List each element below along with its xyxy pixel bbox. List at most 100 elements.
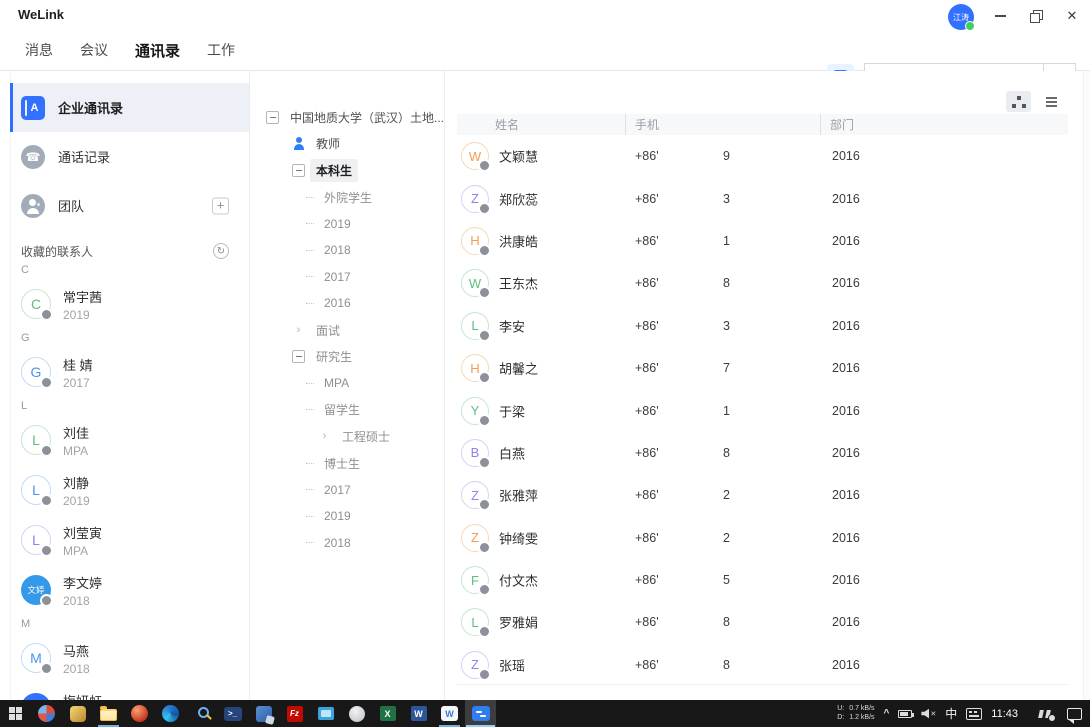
sidebar-item-corporate-directory[interactable]: 企业通讯录 xyxy=(10,83,249,132)
contact-list-item[interactable]: 文婷 李文婷 2018 xyxy=(10,565,249,615)
list-view-icon[interactable] xyxy=(1039,91,1064,112)
network-speed-indicator[interactable]: U: 0.7 kB/s D: 1.2 kB/s xyxy=(837,705,874,722)
battery-icon[interactable] xyxy=(898,710,912,718)
ime-indicator[interactable]: 中 xyxy=(945,705,957,722)
member-phone-digit: 5 xyxy=(723,573,730,587)
app-glyph xyxy=(198,707,209,718)
tree-node[interactable]: 2016 xyxy=(250,290,444,317)
muted-device-icon[interactable] xyxy=(1037,708,1054,720)
collapse-icon[interactable] xyxy=(292,350,305,363)
tree-node-label: 教师 xyxy=(310,132,346,155)
table-row[interactable]: F 付文杰 +86' 5 2016 xyxy=(457,559,1068,601)
tree-node[interactable]: 2019 xyxy=(250,210,444,237)
tree-node[interactable]: 本科生 xyxy=(250,157,444,184)
taskbar-icon-app-swirl[interactable] xyxy=(31,700,62,727)
taskbar-icon-app-blue-tool[interactable] xyxy=(248,700,279,727)
taskbar-icon-welink[interactable] xyxy=(465,700,496,727)
member-name: 文颖慧 xyxy=(499,147,538,166)
contact-list-item[interactable]: L 刘佳 MPA xyxy=(10,415,249,465)
action-center-icon[interactable] xyxy=(1067,708,1082,720)
contact-list-item[interactable]: G 桂 婧 2017 xyxy=(10,347,249,397)
app-glyph xyxy=(70,706,86,722)
tree-node[interactable]: MPA xyxy=(250,370,444,397)
taskbar-icon-powershell[interactable]: >_ xyxy=(217,700,248,727)
restore-icon[interactable] xyxy=(1024,8,1048,24)
tree-node[interactable]: 2017 xyxy=(250,476,444,503)
member-phone-prefix: +86' xyxy=(635,149,659,163)
table-row[interactable]: W 文颖慧 +86' 9 2016 xyxy=(457,135,1068,177)
collapse-icon[interactable] xyxy=(292,164,305,177)
taskbar-icon-app-red[interactable] xyxy=(124,700,155,727)
tree-node[interactable]: 留学生 xyxy=(250,397,444,424)
user-avatar[interactable]: 江涛 xyxy=(948,4,974,30)
hidden-icons-chevron[interactable]: ^ xyxy=(884,708,890,719)
member-phone-digit: 3 xyxy=(723,319,730,333)
tree-node[interactable]: 中国地质大学（武汉）土地... xyxy=(250,104,444,131)
tree-node[interactable]: 面试 xyxy=(250,317,444,344)
members-panel: 姓名 手机 部门 W 文颖慧 +86' 9 2016 Z 郑欣蕊 +86' 3 xyxy=(445,71,1090,700)
taskbar-icon-filezilla[interactable]: Fz xyxy=(279,700,310,727)
scrollbar-track[interactable] xyxy=(1083,71,1090,700)
org-view-icon[interactable] xyxy=(1006,91,1031,112)
taskbar-icon-file-explorer[interactable] xyxy=(93,700,124,727)
tree-node-label: 留学生 xyxy=(318,398,366,421)
contact-subtitle: MPA xyxy=(63,544,102,558)
sidebar-item-call-history[interactable]: 通话记录 xyxy=(10,132,249,181)
table-row[interactable]: H 洪康皓 +86' 1 2016 xyxy=(457,220,1068,262)
table-row[interactable]: Z 钟绮雯 +86' 2 2016 xyxy=(457,517,1068,559)
collapse-icon[interactable] xyxy=(266,111,279,124)
taskbar-icon-app-gray[interactable] xyxy=(341,700,372,727)
chevron-right-icon[interactable] xyxy=(318,430,331,442)
chevron-right-icon[interactable] xyxy=(292,324,305,336)
taskbar-icon-excel[interactable]: X xyxy=(372,700,403,727)
tree-node[interactable]: 2019 xyxy=(250,503,444,530)
member-phone-prefix: +86' xyxy=(635,658,659,672)
refresh-icon[interactable] xyxy=(213,243,229,259)
close-icon[interactable]: ✕ xyxy=(1060,8,1084,24)
table-row[interactable]: Y 于梁 +86' 1 2016 xyxy=(457,389,1068,431)
nav-tab[interactable]: 消息 xyxy=(25,40,53,60)
contact-avatar: 妍虹 xyxy=(21,693,51,700)
tree-node[interactable]: 工程硕士 xyxy=(250,423,444,450)
tree-node[interactable]: 教师 xyxy=(250,131,444,158)
nav-tab[interactable]: 工作 xyxy=(207,40,235,60)
table-row[interactable]: L 罗雅娟 +86' 8 2016 xyxy=(457,601,1068,643)
taskbar-icon-search[interactable] xyxy=(186,700,217,727)
tree-node[interactable]: 2018 xyxy=(250,530,444,557)
clock[interactable]: 11:43 xyxy=(991,708,1018,720)
letter-group-header: M xyxy=(10,615,249,633)
contact-list-item[interactable]: 妍虹 梅妍虹 2018 xyxy=(10,683,249,700)
nav-tab[interactable]: 会议 xyxy=(80,40,108,60)
minimize-icon[interactable] xyxy=(988,8,1012,24)
member-name: 郑欣蕊 xyxy=(499,189,538,208)
table-row[interactable]: Z 张雅萍 +86' 2 2016 xyxy=(457,474,1068,516)
tree-node[interactable]: 研究生 xyxy=(250,343,444,370)
taskbar-icon-app-gold[interactable] xyxy=(62,700,93,727)
nav-tab[interactable]: 通讯录 xyxy=(135,40,180,61)
contact-list-item[interactable]: L 刘莹寅 MPA xyxy=(10,515,249,565)
table-row[interactable]: H 胡馨之 +86' 7 2016 xyxy=(457,347,1068,389)
table-row[interactable]: W 王东杰 +86' 8 2016 xyxy=(457,262,1068,304)
taskbar-icon-app-white[interactable]: W xyxy=(434,700,465,727)
table-row[interactable]: Z 郑欣蕊 +86' 3 2016 xyxy=(457,177,1068,219)
app-glyph xyxy=(162,705,179,722)
taskbar-icon-photos[interactable] xyxy=(310,700,341,727)
table-row[interactable]: B 白燕 +86' 8 2016 xyxy=(457,432,1068,474)
member-department: 2016 xyxy=(832,658,860,672)
table-row[interactable]: L 李安 +86' 3 2016 xyxy=(457,305,1068,347)
touch-keyboard-icon[interactable] xyxy=(966,708,982,720)
speaker-muted-icon[interactable] xyxy=(921,709,936,719)
taskbar-icon-word[interactable]: W xyxy=(403,700,434,727)
tree-node[interactable]: 2018 xyxy=(250,237,444,264)
sidebar-item-teams[interactable]: 团队 + xyxy=(10,181,249,230)
contact-list-item[interactable]: C 常宇茜 2019 xyxy=(10,279,249,329)
tree-node[interactable]: 2017 xyxy=(250,264,444,291)
table-row[interactable]: Z 张瑶 +86' 8 2016 xyxy=(457,644,1068,686)
add-team-button[interactable]: + xyxy=(212,197,229,214)
tree-node[interactable]: 博士生 xyxy=(250,450,444,477)
taskbar-icon-edge[interactable] xyxy=(155,700,186,727)
contact-list-item[interactable]: M 马燕 2018 xyxy=(10,633,249,683)
taskbar-icon-start[interactable] xyxy=(0,700,31,727)
tree-node[interactable]: 外院学生 xyxy=(250,184,444,211)
contact-list-item[interactable]: L 刘静 2019 xyxy=(10,465,249,515)
